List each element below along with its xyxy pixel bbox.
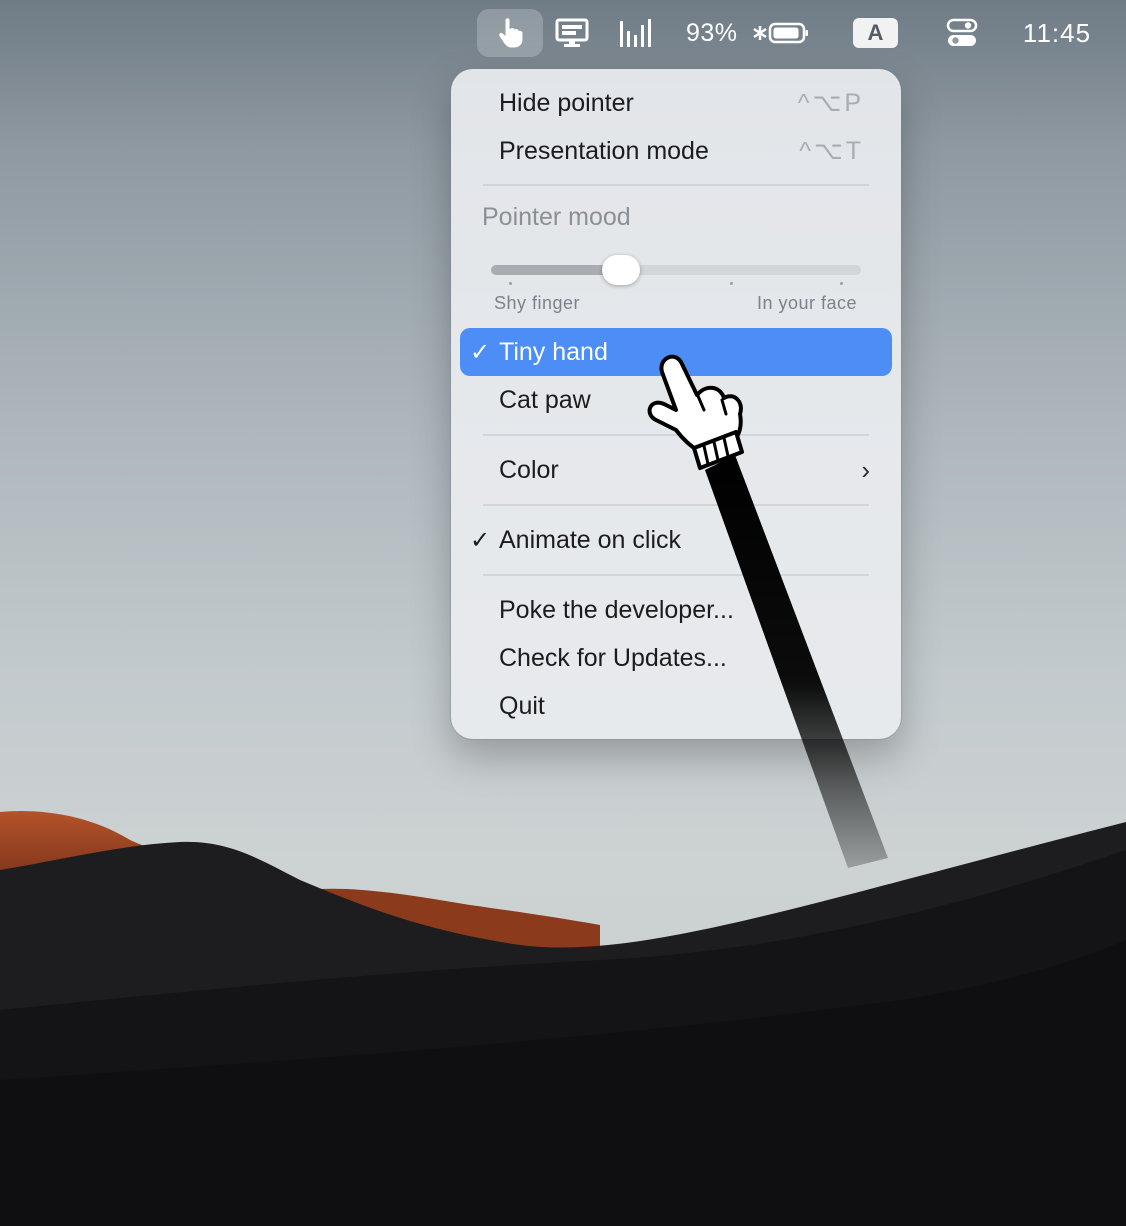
menu-item-label: Poke the developer... — [499, 595, 734, 624]
checkmark-icon: ✓ — [470, 338, 491, 366]
menu-item-label: Check for Updates... — [499, 643, 727, 672]
control-center-icon — [946, 18, 978, 46]
menu-item-label: Cat paw — [499, 385, 591, 414]
battery-status-item[interactable] — [750, 0, 812, 66]
menu-item-hide-pointer[interactable]: Hide pointer ^⌥P — [460, 79, 892, 127]
menu-separator — [483, 574, 869, 576]
pointer-app-menu-button[interactable] — [477, 9, 543, 57]
battery-percentage[interactable]: 93% — [686, 0, 746, 66]
control-center-button[interactable] — [940, 0, 984, 66]
menu-item-cat-paw[interactable]: Cat paw — [460, 376, 892, 424]
menu-item-label: Tiny hand — [499, 337, 608, 366]
menu-item-label: Hide pointer — [499, 88, 634, 117]
menu-item-check-updates[interactable]: Check for Updates... — [460, 634, 892, 682]
input-source-indicator[interactable]: A — [853, 18, 898, 48]
menu-item-quit[interactable]: Quit — [460, 682, 892, 730]
slider-tick — [509, 282, 512, 285]
menu-item-label: Animate on click — [499, 525, 682, 554]
pointer-mood-slider-thumb[interactable] — [601, 255, 640, 285]
slider-min-label: Shy finger — [494, 293, 581, 313]
monitor-icon — [555, 18, 589, 47]
pointer-mood-slider-track[interactable] — [491, 265, 861, 275]
menu-separator — [483, 504, 869, 506]
pointer-app-dropdown-menu: Hide pointer ^⌥P Presentation mode ^⌥T P… — [451, 69, 901, 739]
keyboard-shortcut: ^⌥P — [797, 89, 864, 117]
menu-separator — [483, 434, 869, 436]
menu-bar: 93% A 11:45 — [0, 0, 1126, 66]
menu-separator — [483, 184, 869, 186]
menu-item-presentation-mode[interactable]: Presentation mode ^⌥T — [460, 127, 892, 175]
slider-tick — [730, 282, 733, 285]
slider-max-label: In your face — [756, 293, 857, 313]
slider-tick — [840, 282, 843, 285]
audio-status-item[interactable] — [614, 0, 658, 66]
pointing-hand-icon — [499, 18, 523, 48]
menu-item-label: Color — [499, 455, 559, 484]
menu-item-poke-developer[interactable]: Poke the developer... — [460, 586, 892, 634]
menu-item-color[interactable]: Color › — [460, 446, 892, 494]
menu-bar-clock[interactable]: 11:45 — [1014, 0, 1100, 66]
section-header-pointer-mood: Pointer mood — [482, 203, 631, 231]
chevron-right-icon: › — [861, 454, 870, 485]
menu-item-label: Presentation mode — [499, 136, 709, 165]
monitor-status-item[interactable] — [552, 0, 592, 66]
menu-item-label: Quit — [499, 691, 545, 720]
audio-bars-icon — [620, 19, 651, 47]
menu-item-tiny-hand[interactable]: ✓ Tiny hand — [460, 328, 892, 376]
battery-charging-icon — [753, 22, 808, 44]
checkmark-icon: ✓ — [470, 526, 491, 554]
desktop: 93% A 11:45 Hide pointer ^⌥P Presentatio… — [0, 0, 1126, 1226]
menu-item-animate-on-click[interactable]: ✓ Animate on click — [460, 516, 892, 564]
keyboard-shortcut: ^⌥T — [799, 137, 864, 165]
